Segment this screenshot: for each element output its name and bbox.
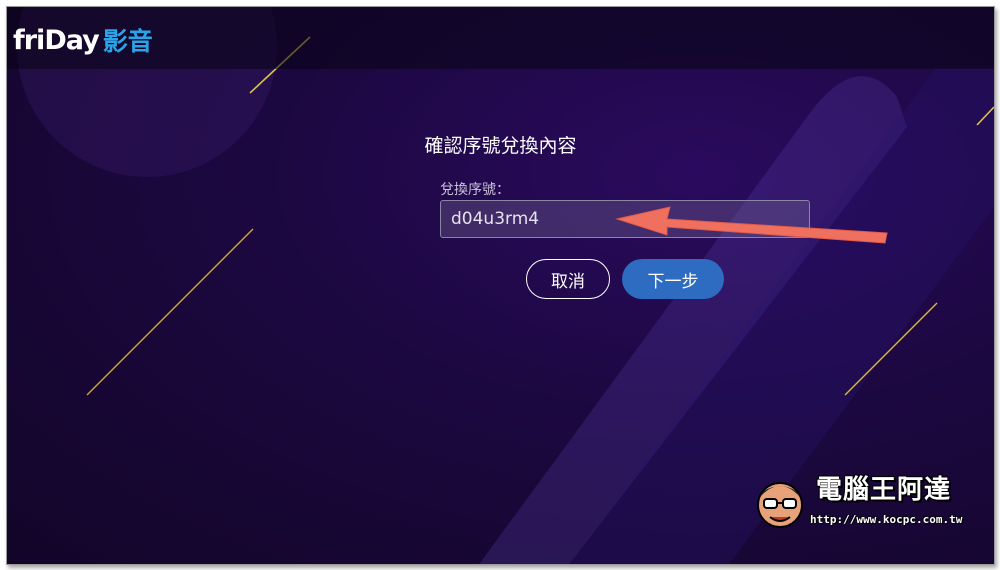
watermark-title: 電腦王阿達	[816, 475, 952, 505]
app-window: friDay 影音 確認序號兌換內容 兌換序號： 取消 下一步 電腦王阿達 ht…	[6, 6, 995, 565]
watermark: 電腦王阿達 http://www.kocpc.com.tw	[752, 469, 992, 533]
cartoon-face-icon	[757, 482, 803, 528]
watermark-url: http://www.kocpc.com.tw	[810, 513, 963, 526]
